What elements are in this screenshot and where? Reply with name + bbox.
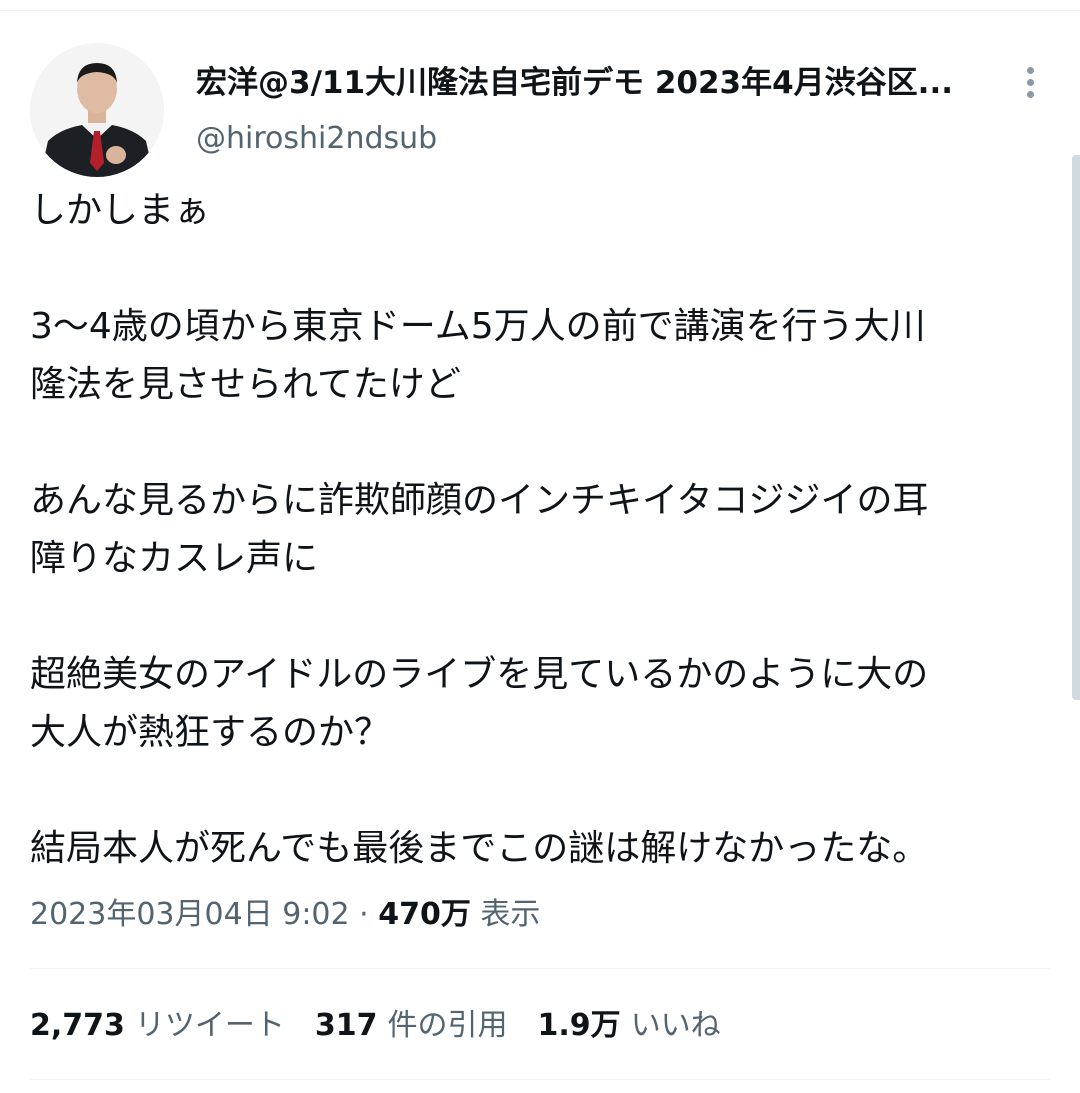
tweet-meta: 2023年03月04日 9:02 · 470万 表示 [30,893,540,937]
views-count[interactable]: 470万 [378,897,471,932]
meta-separator: · [359,897,369,932]
tweet-line: 大人が熱狂するのか？ [30,712,391,753]
top-divider [0,10,1080,11]
tweet-line: 障りなカスレ声に [30,538,319,579]
author-handle[interactable]: @hiroshi2ndsub [196,117,437,161]
quotes-count: 317 [314,1008,378,1043]
likes-stat[interactable]: 1.9万 いいね [538,1004,721,1048]
quotes-label: 件の引用 [387,1008,508,1043]
stats-divider-bottom [30,1079,1050,1080]
tweet-line: 超絶美女のアイドルのライブを見ているかのように大の [30,654,929,695]
likes-count: 1.9万 [537,1008,621,1043]
tweet-line: 3〜4歳の頃から東京ドーム5万人の前で講演を行う大川 [30,306,926,347]
tweet-line: 隆法を見させられてたけど [30,364,461,405]
more-options-button[interactable] [1012,60,1048,104]
tweet-line: あんな見るからに詐欺師顔のインチキイタコジジイの耳 [30,480,929,521]
retweets-stat[interactable]: 2,773 リツイート [30,1004,285,1048]
stats-divider-top [30,968,1050,969]
more-dot-icon [1026,90,1034,98]
tweet-line: しかしまぁ [30,190,211,231]
likes-label: いいね [630,1008,721,1043]
tweet-line: 結局本人が死んでも最後までこの謎は解けなかったな。 [30,828,929,869]
engagement-stats: 2,773 リツイート 317 件の引用 1.9万 いいね [30,1004,721,1048]
quotes-stat[interactable]: 317 件の引用 [315,1004,508,1048]
tweet-timestamp[interactable]: 2023年03月04日 9:02 [30,897,350,932]
avatar[interactable] [30,43,164,177]
scrollbar[interactable] [1072,155,1080,700]
views-label: 表示 [480,897,541,932]
tweet-text: しかしまぁ 3〜4歳の頃から東京ドーム5万人の前で講演を行う大川 隆法を見させら… [30,182,1050,878]
retweets-label: リツイート [134,1008,285,1043]
more-dot-icon [1026,78,1034,86]
more-dot-icon [1026,66,1034,74]
author-display-name[interactable]: 宏洋@3/11大川隆法自宅前デモ 2023年4月渋谷区... [196,60,986,106]
retweets-count: 2,773 [30,1008,125,1043]
avatar-photo-icon [30,43,164,177]
